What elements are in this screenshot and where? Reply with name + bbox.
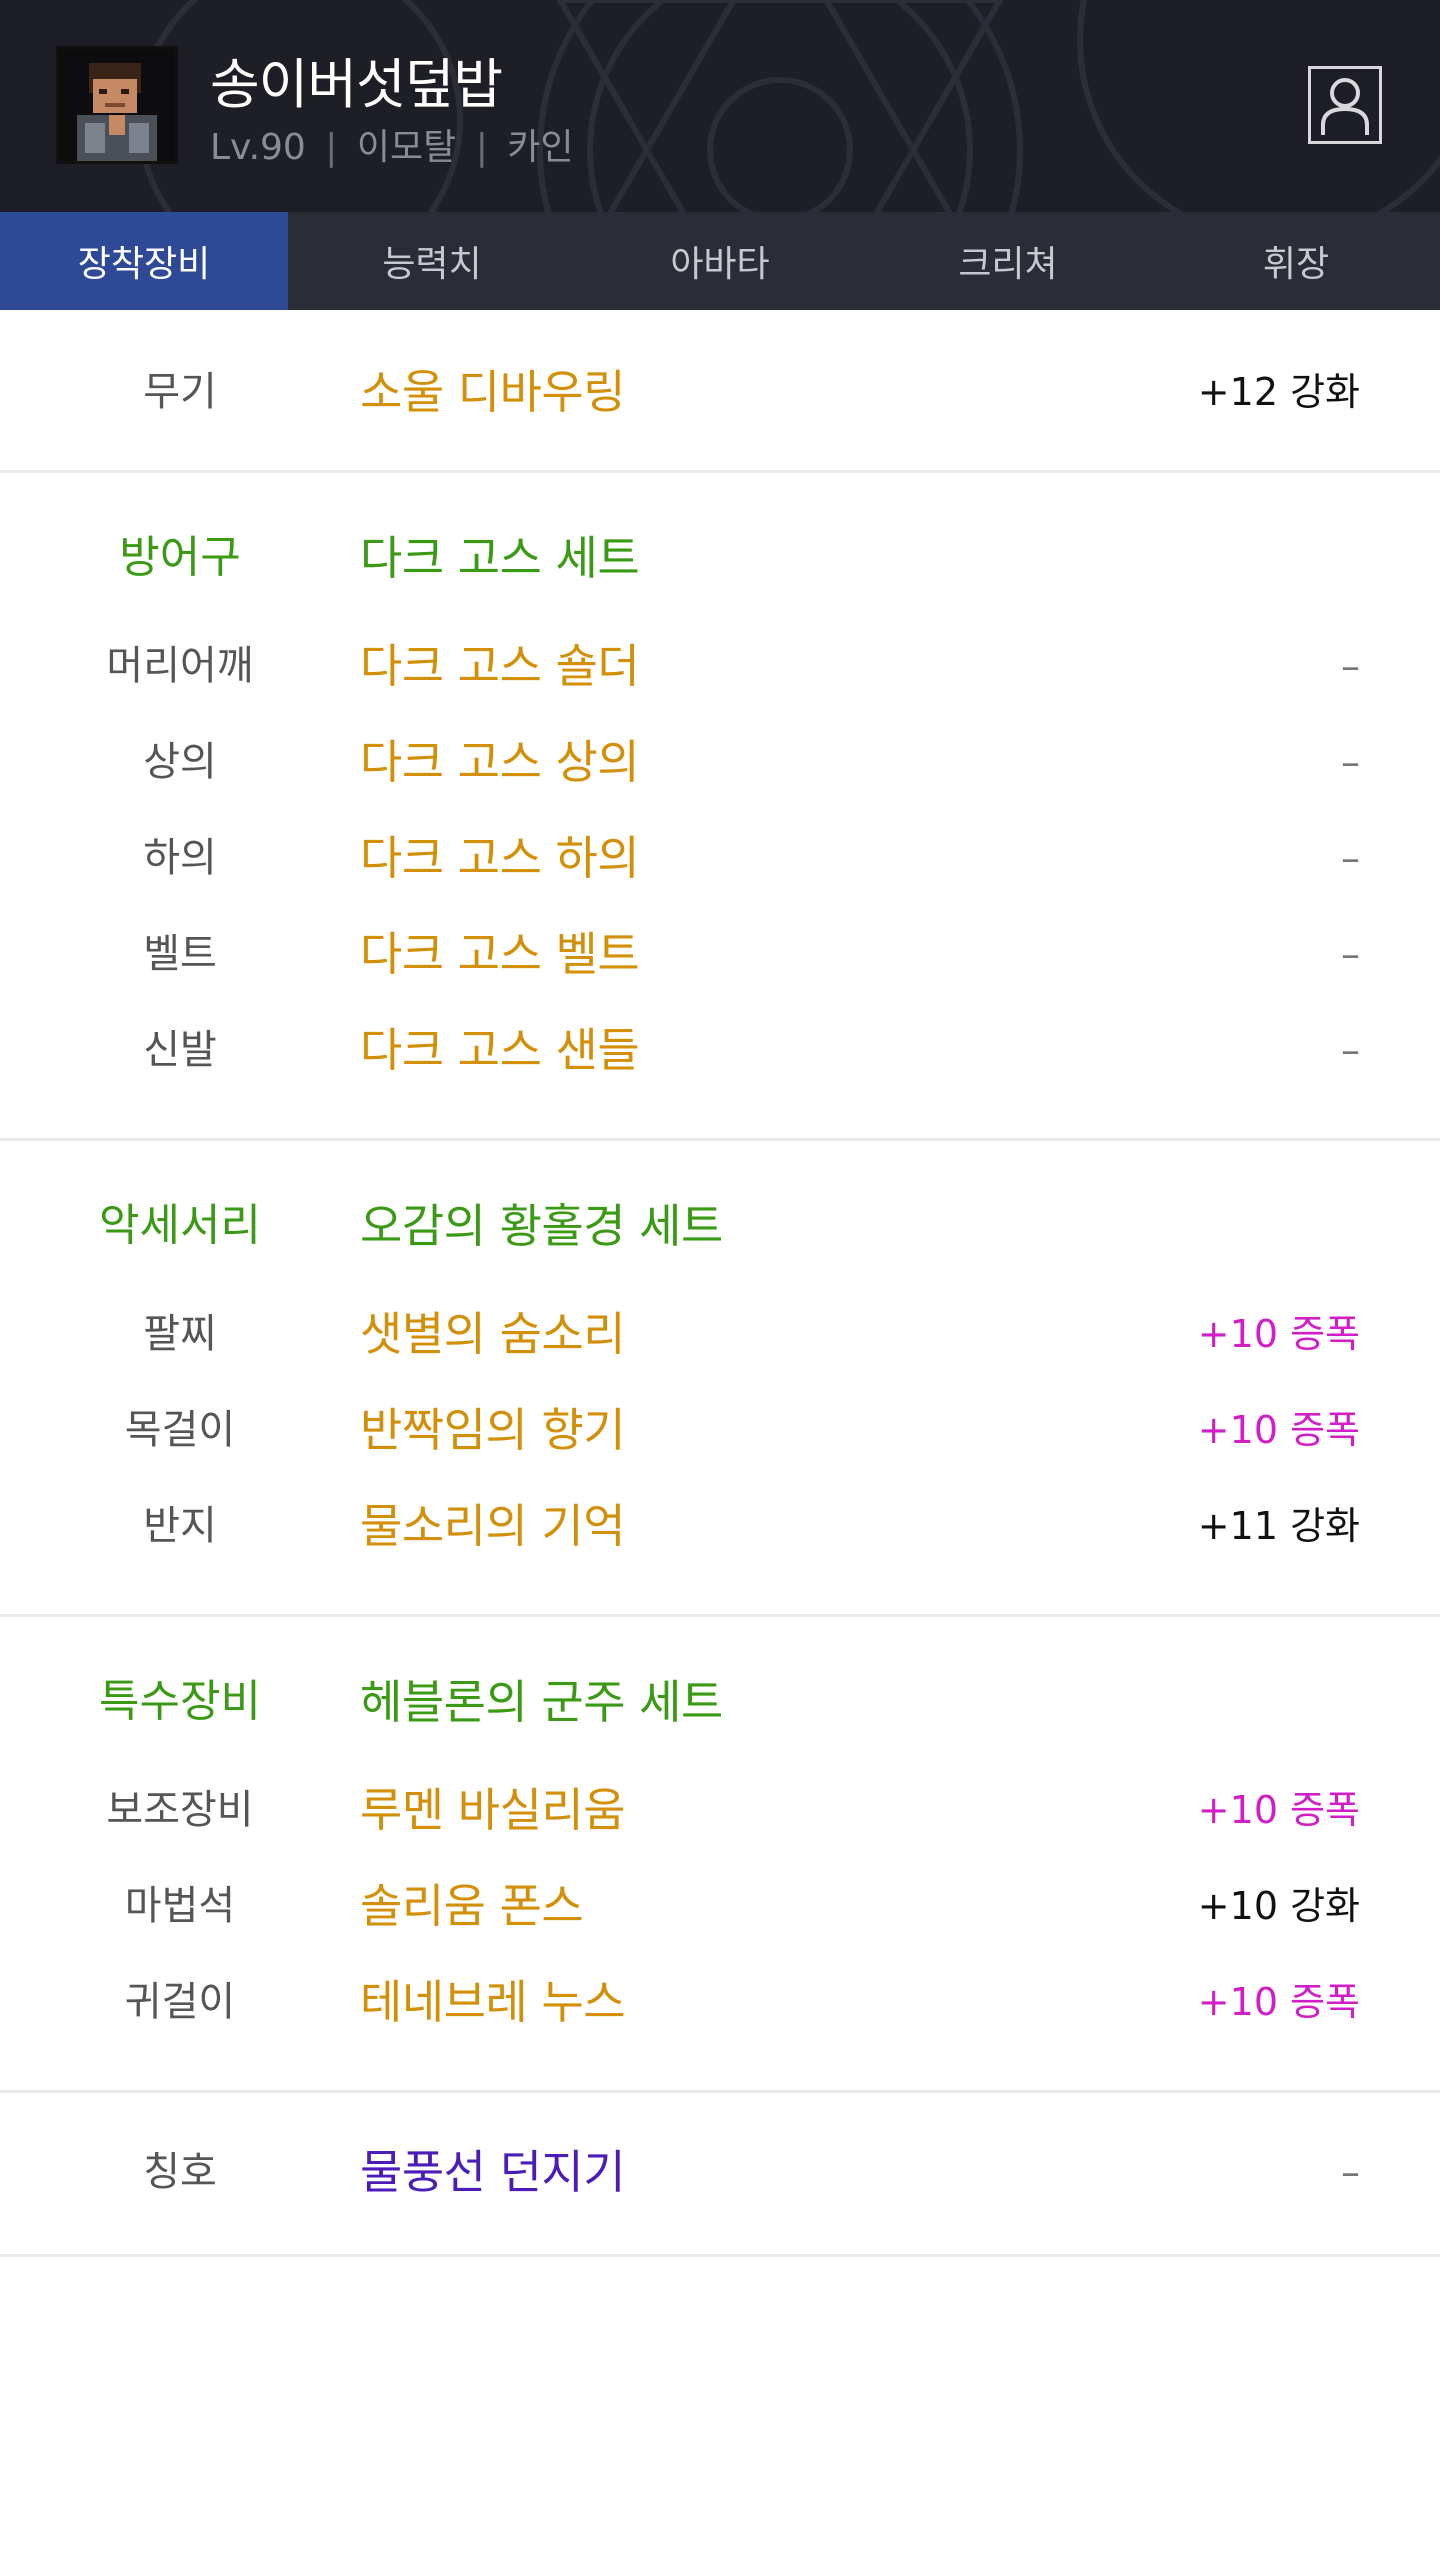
equipment-row[interactable]: 팔찌 샛별의 숨소리 +10 증폭 xyxy=(0,1304,1440,1364)
character-header: 송이버섯덮밥 Lv.90 | 이모탈 | 카인 xyxy=(0,0,1440,212)
set-header-armor: 방어구 다크 고스 세트 xyxy=(0,528,1440,588)
slot-label: 반지 xyxy=(143,1503,217,1549)
equipment-row-weapon[interactable]: 무기 소울 디바우링 +12 강화 xyxy=(0,362,1440,422)
upgrade-status: – xyxy=(1341,1028,1360,1072)
upgrade-status: +10 증폭 xyxy=(1197,1788,1360,1832)
section-divider xyxy=(0,470,1440,473)
item-name: 테네브레 누스 xyxy=(360,1975,626,2029)
slot-label: 상의 xyxy=(143,739,217,785)
slot-label: 하의 xyxy=(143,835,217,881)
upgrade-status: +10 증폭 xyxy=(1197,1312,1360,1356)
equipment-row[interactable]: 신발 다크 고스 샌들 – xyxy=(0,1020,1440,1080)
group-label: 방어구 xyxy=(119,532,241,583)
upgrade-status: – xyxy=(1341,2150,1360,2194)
tab-emblem[interactable]: 휘장 xyxy=(1152,212,1440,310)
upgrade-status: – xyxy=(1341,644,1360,688)
item-name: 물소리의 기억 xyxy=(360,1499,626,1553)
set-name: 다크 고스 세트 xyxy=(360,531,640,585)
equipment-row[interactable]: 목걸이 반짝임의 향기 +10 증폭 xyxy=(0,1400,1440,1460)
equipment-row-title[interactable]: 칭호 물풍선 던지기 – xyxy=(0,2142,1440,2202)
equipment-row[interactable]: 보조장비 루멘 바실리움 +10 증폭 xyxy=(0,1780,1440,1840)
slot-label: 신발 xyxy=(143,1027,217,1073)
equipment-row[interactable]: 반지 물소리의 기억 +11 강화 xyxy=(0,1496,1440,1556)
upgrade-status: +11 강화 xyxy=(1197,1504,1360,1548)
slot-label: 목걸이 xyxy=(124,1407,236,1453)
equipment-row[interactable]: 벨트 다크 고스 벨트 – xyxy=(0,924,1440,984)
item-name: 반짝임의 향기 xyxy=(360,1403,626,1457)
tab-stats[interactable]: 능력치 xyxy=(288,212,576,310)
slot-label: 보조장비 xyxy=(106,1787,254,1833)
item-name: 물풍선 던지기 xyxy=(360,2145,626,2199)
section-divider xyxy=(0,1138,1440,1141)
group-label: 특수장비 xyxy=(99,1676,261,1727)
meta-separator: | xyxy=(325,127,338,168)
upgrade-status: – xyxy=(1341,740,1360,784)
upgrade-status: – xyxy=(1341,836,1360,880)
person-icon xyxy=(1321,78,1369,135)
slot-label: 무기 xyxy=(143,369,217,415)
equipment-row[interactable]: 마법석 솔리움 폰스 +10 강화 xyxy=(0,1876,1440,1936)
group-label: 악세서리 xyxy=(99,1200,261,1251)
item-name: 솔리움 폰스 xyxy=(360,1879,584,1933)
item-name: 다크 고스 샌들 xyxy=(360,1023,640,1077)
profile-button[interactable] xyxy=(1308,66,1382,144)
meta-separator: | xyxy=(475,127,488,168)
character-level: Lv.90 xyxy=(210,127,306,168)
slot-label: 마법석 xyxy=(124,1883,236,1929)
item-name: 루멘 바실리움 xyxy=(360,1783,626,1837)
slot-label: 칭호 xyxy=(143,2149,217,2195)
character-job: 카인 xyxy=(507,127,574,168)
set-name: 헤블론의 군주 세트 xyxy=(360,1675,723,1729)
character-avatar[interactable] xyxy=(56,46,178,164)
tab-equipment[interactable]: 장착장비 xyxy=(0,212,288,310)
upgrade-status: +10 강화 xyxy=(1197,1884,1360,1928)
equipment-row[interactable]: 하의 다크 고스 하의 – xyxy=(0,828,1440,888)
item-name: 소울 디바우링 xyxy=(360,365,626,419)
item-name: 다크 고스 하의 xyxy=(360,831,640,885)
upgrade-status: +10 증폭 xyxy=(1197,1980,1360,2024)
set-name: 오감의 황홀경 세트 xyxy=(360,1199,723,1253)
tab-avatar[interactable]: 아바타 xyxy=(576,212,864,310)
slot-label: 귀걸이 xyxy=(124,1979,236,2025)
item-name: 다크 고스 상의 xyxy=(360,735,640,789)
equipment-row[interactable]: 상의 다크 고스 상의 – xyxy=(0,732,1440,792)
section-divider xyxy=(0,2254,1440,2257)
character-meta: Lv.90 | 이모탈 | 카인 xyxy=(210,118,574,170)
character-portrait-icon xyxy=(59,49,175,161)
equipment-row[interactable]: 귀걸이 테네브레 누스 +10 증폭 xyxy=(0,1972,1440,2032)
item-name: 다크 고스 숄더 xyxy=(360,639,640,693)
tab-bar: 장착장비 능력치 아바타 크리쳐 휘장 xyxy=(0,212,1440,310)
slot-label: 머리어깨 xyxy=(106,643,254,689)
character-server: 이모탈 xyxy=(356,127,457,168)
tab-creature[interactable]: 크리쳐 xyxy=(864,212,1152,310)
item-name: 다크 고스 벨트 xyxy=(360,927,640,981)
set-header-accessory: 악세서리 오감의 황홀경 세트 xyxy=(0,1196,1440,1256)
upgrade-status: – xyxy=(1341,932,1360,976)
set-header-special: 특수장비 헤블론의 군주 세트 xyxy=(0,1672,1440,1732)
item-name: 샛별의 숨소리 xyxy=(360,1307,626,1361)
slot-label: 벨트 xyxy=(143,931,217,977)
section-divider xyxy=(0,1614,1440,1617)
character-name: 송이버섯덮밥 xyxy=(210,53,503,116)
upgrade-status: +12 강화 xyxy=(1197,370,1360,414)
upgrade-status: +10 증폭 xyxy=(1197,1408,1360,1452)
equipment-row[interactable]: 머리어깨 다크 고스 숄더 – xyxy=(0,636,1440,696)
slot-label: 팔찌 xyxy=(143,1311,217,1357)
section-divider xyxy=(0,2090,1440,2093)
